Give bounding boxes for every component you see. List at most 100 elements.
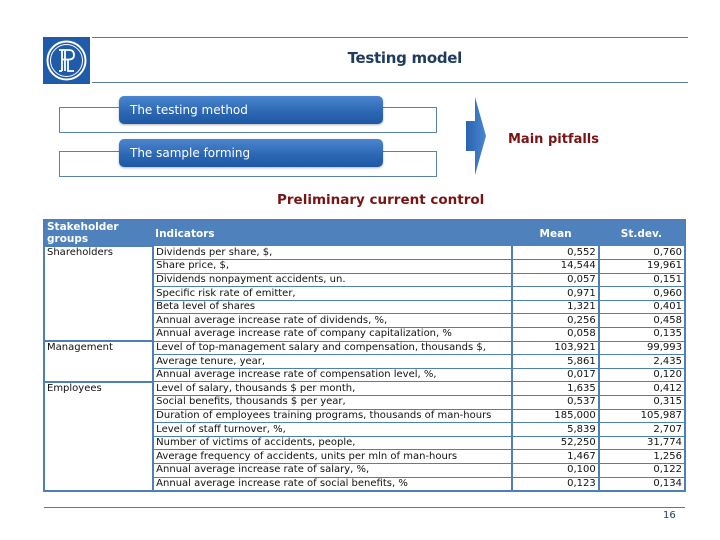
- indicator-cell: Annual average increase rate of social b…: [153, 477, 513, 492]
- table-row: Annual average increase rate of social b…: [44, 477, 685, 492]
- stakeholder-group-cell: [44, 286, 155, 301]
- table-row: Management Level of top-management salary…: [44, 340, 685, 356]
- header-stdev: St.dev.: [598, 220, 685, 246]
- indicator-cell: Annual average increase rate of compensa…: [153, 368, 513, 383]
- stdev-cell: 1,256: [597, 449, 685, 464]
- mean-cell: 0,058: [511, 327, 599, 342]
- indicator-cell: Annual average increase rate of dividend…: [153, 313, 513, 329]
- mean-cell: 1,635: [511, 381, 599, 397]
- table-row: Annual average increase rate of dividend…: [44, 313, 685, 329]
- stdev-cell: 0,151: [597, 273, 685, 288]
- mean-cell: 103,921: [511, 341, 599, 356]
- indicator-cell: Level of staff turnover, %,: [153, 422, 513, 437]
- stdev-cell: 31,774: [597, 436, 685, 451]
- stakeholder-group-cell: [44, 463, 155, 478]
- stdev-cell: 0,120: [597, 368, 685, 383]
- table-header-row: Stakeholder groups Indicators Mean St.de…: [44, 220, 685, 246]
- table-row: Level of staff turnover, %, 5,839 2,707: [44, 422, 685, 437]
- table-row: Annual average increase rate of company …: [44, 327, 685, 342]
- mean-cell: 0,123: [511, 477, 599, 492]
- header-rule-top: [92, 37, 688, 38]
- stdev-cell: 105,987: [597, 409, 685, 424]
- stakeholder-group-cell: [44, 368, 155, 382]
- stakeholder-group-cell: [44, 354, 155, 369]
- table-row: Average tenure, year, 5,861 2,435: [44, 354, 685, 369]
- main-pitfalls-label: Main pitfalls: [508, 132, 599, 147]
- stdev-cell: 99,993: [597, 341, 685, 356]
- testing-method-box: The testing method: [119, 96, 383, 124]
- right-chevron-arrow-icon: [466, 97, 488, 180]
- stdev-cell: 0,122: [597, 463, 685, 478]
- stakeholder-group-cell: [44, 422, 155, 437]
- table-row: Annual average increase rate of salary, …: [44, 463, 685, 478]
- mean-cell: 1,467: [511, 449, 599, 464]
- table-row: Annual average increase rate of compensa…: [44, 368, 685, 383]
- indicator-cell: Beta level of shares: [153, 300, 513, 315]
- mean-cell: 185,000: [511, 409, 599, 424]
- stakeholder-group-cell: Shareholders: [44, 245, 155, 260]
- sample-forming-box: The sample forming: [119, 139, 383, 167]
- table-row: Beta level of shares 1,321 0,401: [44, 300, 685, 315]
- stakeholder-group-cell: Employees: [44, 380, 155, 396]
- mean-cell: 52,250: [511, 436, 599, 451]
- table-row: Employees Level of salary, thousands $ pe…: [44, 380, 685, 397]
- stdev-cell: 0,412: [597, 381, 685, 397]
- header-indicators: Indicators: [153, 220, 513, 246]
- stakeholder-group-cell: [44, 327, 155, 342]
- stakeholder-group-cell: [44, 273, 155, 287]
- mean-cell: 0,256: [511, 313, 599, 329]
- table-row: Specific risk rate of emitter, 0,971 0,960: [44, 286, 685, 301]
- section-title: Preliminary current control: [277, 192, 485, 208]
- stdev-cell: 0,401: [597, 300, 685, 315]
- mean-cell: 0,552: [511, 246, 599, 261]
- logo-emblem-icon: [46, 40, 87, 81]
- stdev-cell: 0,315: [597, 395, 685, 410]
- indicator-cell: Dividends per share, $,: [153, 246, 513, 261]
- indicator-cell: Level of top-management salary and compe…: [153, 341, 513, 356]
- stakeholder-group-cell: [44, 259, 155, 274]
- header-rule-bottom: [92, 82, 688, 83]
- stakeholder-group-cell: [44, 449, 155, 464]
- mean-cell: 0,017: [511, 368, 599, 383]
- table-row: Shareholders Dividends per share, $, 0,552…: [44, 245, 685, 261]
- indicator-cell: Level of salary, thousands $ per month,: [153, 381, 513, 397]
- table-row: Dividends nonpayment accidents, un. 0,057…: [44, 273, 685, 288]
- mean-cell: 0,971: [511, 286, 599, 301]
- stdev-cell: 0,960: [597, 286, 685, 301]
- indicator-cell: Social benefits, thousands $ per year,: [153, 395, 513, 410]
- stakeholder-group-cell: [44, 395, 155, 410]
- table-row: Number of victims of accidents, people, 5…: [44, 436, 685, 451]
- stdev-cell: 19,961: [597, 259, 685, 274]
- header-stakeholder-groups: Stakeholder groups: [44, 220, 154, 246]
- table-row: Duration of employees training programs,…: [44, 409, 685, 424]
- page-number: 16: [663, 510, 676, 521]
- mean-cell: 5,861: [511, 354, 599, 369]
- indicator-cell: Duration of employees training programs,…: [153, 409, 513, 424]
- stdev-cell: 2,435: [597, 354, 685, 369]
- mean-cell: 1,321: [511, 300, 599, 315]
- stdev-cell: 0,458: [597, 313, 685, 329]
- mean-cell: 0,537: [511, 395, 599, 410]
- indicator-cell: Share price, $,: [153, 259, 513, 274]
- indicator-cell: Average frequency of accidents, units pe…: [153, 449, 513, 464]
- stakeholder-group-cell: [44, 313, 155, 328]
- stdev-cell: 0,760: [597, 246, 685, 261]
- stakeholder-group-cell: [44, 477, 155, 492]
- table-row: Social benefits, thousands $ per year, 0,…: [44, 395, 685, 410]
- table-row: Average frequency of accidents, units pe…: [44, 449, 685, 464]
- stakeholder-group-cell: Management: [44, 340, 155, 355]
- stdev-cell: 0,135: [597, 327, 685, 342]
- header-mean: Mean: [512, 220, 599, 246]
- page-title: Testing model: [347, 49, 463, 67]
- hse-logo: [43, 37, 90, 84]
- stakeholder-group-cell: [44, 436, 155, 450]
- mean-cell: 5,839: [511, 422, 599, 437]
- stakeholder-group-cell: [44, 300, 155, 314]
- indicator-cell: Dividends nonpayment accidents, un.: [153, 273, 513, 288]
- stdev-cell: 2,707: [597, 422, 685, 437]
- stakeholder-group-cell: [44, 409, 155, 423]
- indicator-cell: Specific risk rate of emitter,: [153, 286, 513, 301]
- indicators-table: Stakeholder groups Indicators Mean St.de…: [43, 219, 686, 493]
- indicator-cell: Average tenure, year,: [153, 354, 513, 369]
- mean-cell: 0,057: [511, 273, 599, 288]
